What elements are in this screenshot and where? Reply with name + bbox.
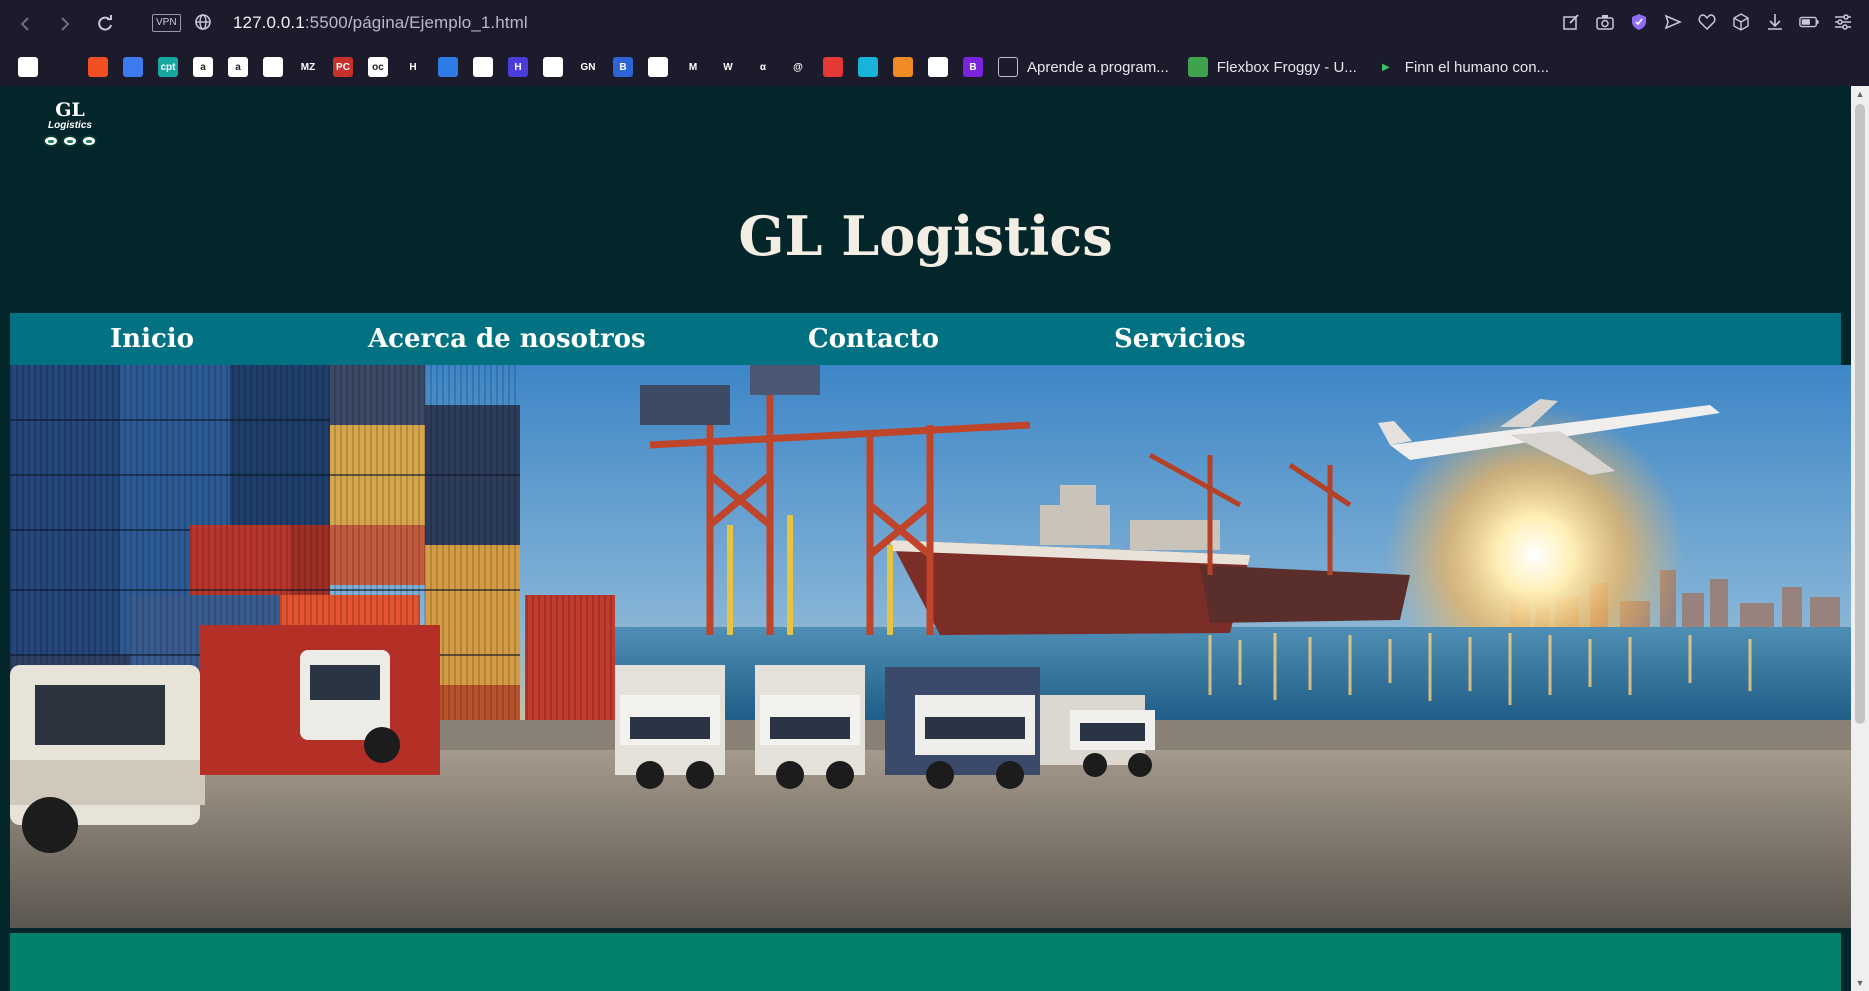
microsoft-icon[interactable] [88, 57, 108, 77]
site-title: GL Logistics [738, 204, 1113, 268]
scroll-down-icon[interactable]: ▼ [1855, 978, 1865, 988]
logo-title: GL [55, 99, 85, 121]
cpt-icon[interactable]: cpt [158, 57, 178, 77]
hero-image [10, 365, 1851, 928]
bookmark-link[interactable]: ▶ Finn el humano con... [1375, 57, 1550, 77]
circle-icon[interactable] [438, 57, 458, 77]
browser-tools [1561, 12, 1853, 32]
menu-item-inicio[interactable]: Inicio [110, 324, 194, 354]
back-button[interactable] [10, 9, 40, 39]
panda-icon[interactable] [648, 57, 668, 77]
url-path: :5500/página/Ejemplo_1.html [304, 13, 528, 32]
vpn-badge[interactable]: VPN [152, 14, 181, 32]
bookmark-link[interactable]: Aprende a program... [998, 57, 1169, 77]
scrollbar[interactable]: ▲ ▼ [1851, 86, 1869, 991]
document-icon[interactable] [473, 57, 493, 77]
blocks-icon[interactable] [893, 57, 913, 77]
heart-icon[interactable] [1697, 12, 1717, 32]
logo-trucks-graphic [43, 135, 97, 147]
document-icon[interactable] [263, 57, 283, 77]
shield-icon[interactable] [1629, 12, 1649, 32]
navigation-buttons [10, 9, 120, 39]
edit-icon[interactable] [1561, 12, 1581, 32]
record-icon[interactable] [823, 57, 843, 77]
pc-fusion-icon[interactable]: PC [333, 57, 353, 77]
globe-icon[interactable] [194, 13, 212, 36]
bookmark-link[interactable]: Flexbox Froggy - U... [1187, 57, 1357, 77]
forward-button[interactable] [50, 9, 80, 39]
frog-icon [1187, 57, 1208, 77]
amazon-icon[interactable]: a [228, 57, 248, 77]
cube-icon[interactable] [1731, 12, 1751, 32]
send-icon[interactable] [1663, 12, 1683, 32]
at-icon[interactable]: @ [788, 57, 808, 77]
amazon-icon[interactable]: a [193, 57, 213, 77]
reload-button[interactable] [90, 9, 120, 39]
scroll-up-icon[interactable]: ▲ [1855, 89, 1865, 99]
cube-icon[interactable] [858, 57, 878, 77]
notion-icon[interactable] [18, 57, 38, 77]
book-icon [998, 57, 1018, 77]
alpha-icon[interactable]: α [753, 57, 773, 77]
menu-item-servicios[interactable]: Servicios [1114, 324, 1246, 354]
scroll-thumb[interactable] [1855, 104, 1865, 724]
bookmark-label: Finn el humano con... [1404, 58, 1550, 76]
b-icon[interactable]: B [613, 57, 633, 77]
menu-item-contacto[interactable]: Contacto [808, 324, 939, 354]
logistics-port-illustration [10, 365, 1851, 928]
address-bar[interactable]: 127.0.0.1:5500/página/Ejemplo_1.html [233, 13, 528, 33]
download-icon[interactable] [1765, 12, 1785, 32]
logo-subtitle: Logistics [48, 120, 92, 131]
battery-icon[interactable] [1799, 12, 1819, 32]
apps-grid-icon[interactable] [123, 57, 143, 77]
bookmark-label: Aprende a program... [1027, 58, 1169, 76]
h-icon[interactable]: H [403, 57, 423, 77]
hackerrank-icon[interactable]: H [508, 57, 528, 77]
camera-icon[interactable] [1595, 12, 1615, 32]
url-host: 127.0.0.1 [233, 13, 305, 32]
main-menu: Inicio Acerca de nosotros Contacto Servi… [10, 313, 1841, 365]
oc-icon[interactable]: oc [368, 57, 388, 77]
m-icon[interactable]: M [683, 57, 703, 77]
bookmark-label: Flexbox Froggy - U... [1216, 58, 1357, 76]
mz-icon[interactable]: MZ [298, 57, 318, 77]
w-icon[interactable]: W [718, 57, 738, 77]
browser-toolbar: VPN 127.0.0.1:5500/página/Ejemplo_1.html [0, 0, 1869, 48]
audio-wave-icon[interactable] [53, 57, 73, 77]
menu-item-acerca[interactable]: Acerca de nosotros [368, 324, 646, 354]
gn-icon[interactable]: GN [578, 57, 598, 77]
document-icon[interactable] [928, 57, 948, 77]
bookmarks-bar: cpt a a MZ PC oc H H GN B M Wα @ B Aprende a program..… [0, 48, 1869, 86]
page-viewport: GL Logistics GL Logistics Inicio Acerca … [0, 86, 1869, 991]
footer-section [10, 933, 1841, 991]
image-icon[interactable] [543, 57, 563, 77]
bootstrap-icon[interactable]: B [963, 57, 983, 77]
play-arrow-icon: ▶ [1375, 57, 1396, 77]
site-logo[interactable]: GL Logistics [40, 100, 100, 160]
settings-sliders-icon[interactable] [1833, 12, 1853, 32]
